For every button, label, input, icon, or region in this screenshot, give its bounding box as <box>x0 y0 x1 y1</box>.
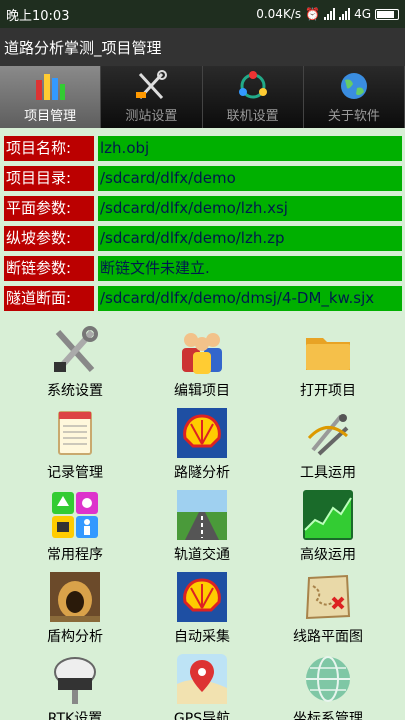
menu-label: 高级运用 <box>300 547 356 563</box>
project-info-panel: 项目名称: lzh.obj 项目目录: /sdcard/dlfx/demo 平面… <box>4 136 402 316</box>
globe-icon <box>306 656 350 702</box>
stock-chart-icon <box>303 490 353 540</box>
signal-icon <box>324 8 336 20</box>
rtk-receiver-icon <box>54 657 96 704</box>
tab-connection-settings[interactable]: 联机设置 <box>202 66 304 128</box>
tab-about[interactable]: 关于软件 <box>303 66 405 128</box>
project-name-value[interactable]: lzh.obj <box>98 136 402 161</box>
compass-icon <box>307 414 349 456</box>
menu-edit-project[interactable]: 编辑项目 <box>142 326 262 400</box>
menu-label: 盾构分析 <box>47 629 103 645</box>
menu-auto-collect[interactable]: 自动采集 <box>142 572 262 646</box>
menu-label: 系统设置 <box>47 383 103 399</box>
tunnel-icon <box>50 572 100 622</box>
menu-tool-usage[interactable]: 工具运用 <box>268 408 388 482</box>
road-icon <box>177 490 227 540</box>
chain-params-value[interactable]: 断链文件未建立. <box>98 256 402 281</box>
project-dir-value[interactable]: /sdcard/dlfx/demo <box>98 166 402 191</box>
tab-bar: 项目管理 测站设置 联机设置 关于软件 <box>0 66 405 128</box>
notepad-icon <box>58 411 92 455</box>
tab-label: 测站设置 <box>125 109 178 124</box>
network-type: 4G <box>354 7 371 21</box>
treasure-map-icon <box>305 574 351 620</box>
status-bar: 晚上10:03 0.04K/s ⏰ 4G <box>0 0 405 28</box>
bar-chart-icon <box>36 74 66 100</box>
menu-label: RTK设置 <box>47 711 103 720</box>
slope-params-value[interactable]: /sdcard/dlfx/demo/lzh.zp <box>98 226 402 251</box>
menu-common-programs[interactable]: 常用程序 <box>15 490 135 564</box>
gps-map-icon <box>177 654 227 704</box>
tunnel-section-value[interactable]: /sdcard/dlfx/demo/dmsj/4-DM_kw.sjx <box>98 286 402 311</box>
alarm-icon: ⏰ <box>305 7 321 21</box>
info-label: 纵坡参数: <box>4 226 94 251</box>
info-label: 隧道断面: <box>4 286 94 311</box>
info-label: 平面参数: <box>4 196 94 221</box>
menu-label: 常用程序 <box>47 547 103 563</box>
globe-icon <box>340 73 367 99</box>
menu-rail-transit[interactable]: 轨道交通 <box>142 490 262 564</box>
info-row-chain-params: 断链参数: 断链文件未建立. <box>4 256 402 281</box>
status-indicators: 0.04K/s ⏰ 4G <box>256 7 399 21</box>
edit-project-icon <box>182 333 222 374</box>
status-time: 晚上10:03 <box>6 8 70 24</box>
menu-label: 自动采集 <box>174 629 230 645</box>
shell-logo-icon <box>177 572 227 622</box>
info-label: 断链参数: <box>4 256 94 281</box>
info-row-tunnel-section: 隧道断面: /sdcard/dlfx/demo/dmsj/4-DM_kw.sjx <box>4 286 402 311</box>
menu-label: 路隧分析 <box>174 465 230 481</box>
info-row-slope-params: 纵坡参数: /sdcard/dlfx/demo/lzh.zp <box>4 226 402 251</box>
shell-logo-icon <box>177 408 227 458</box>
menu-road-tunnel-analysis[interactable]: 路隧分析 <box>142 408 262 482</box>
tab-label: 项目管理 <box>24 109 77 124</box>
info-label: 项目名称: <box>4 136 94 161</box>
info-row-project-name: 项目名称: lzh.obj <box>4 136 402 161</box>
menu-label: 坐标系管理 <box>293 711 363 720</box>
info-label: 项目目录: <box>4 166 94 191</box>
menu-rtk-settings[interactable]: RTK设置 <box>15 654 135 720</box>
info-row-project-dir: 项目目录: /sdcard/dlfx/demo <box>4 166 402 191</box>
app-title: 道路分析掌测_项目管理 <box>0 28 405 66</box>
folder-icon <box>306 338 350 370</box>
tools-icon <box>136 70 168 100</box>
menu-label: GPS导航 <box>173 711 231 720</box>
menu-label: 轨道交通 <box>174 547 230 563</box>
connect-icon <box>238 71 267 99</box>
tab-label: 联机设置 <box>226 109 279 124</box>
info-row-plane-params: 平面参数: /sdcard/dlfx/demo/lzh.xsj <box>4 196 402 221</box>
signal-icon-2 <box>339 8 351 20</box>
menu-label: 记录管理 <box>47 465 103 481</box>
menu-label: 工具运用 <box>300 465 356 481</box>
menu-gps-navigation[interactable]: GPS导航 <box>142 654 262 720</box>
menu-coordinate-system[interactable]: 坐标系管理 <box>268 654 388 720</box>
menu-label: 线路平面图 <box>293 629 363 645</box>
menu-label: 打开项目 <box>300 383 356 399</box>
tab-project-management[interactable]: 项目管理 <box>0 66 102 128</box>
tab-label: 关于软件 <box>327 109 380 124</box>
menu-route-plan[interactable]: 线路平面图 <box>268 572 388 646</box>
tab-station-settings[interactable]: 测站设置 <box>101 66 203 128</box>
menu-advanced-usage[interactable]: 高级运用 <box>268 490 388 564</box>
menu-record-management[interactable]: 记录管理 <box>15 408 135 482</box>
apps-icon <box>52 492 98 538</box>
menu-system-settings[interactable]: 系统设置 <box>15 326 135 400</box>
menu-label: 编辑项目 <box>174 383 230 399</box>
menu-shield-analysis[interactable]: 盾构分析 <box>15 572 135 646</box>
network-speed: 0.04K/s <box>256 7 302 21</box>
system-settings-icon <box>54 326 98 373</box>
plane-params-value[interactable]: /sdcard/dlfx/demo/lzh.xsj <box>98 196 402 221</box>
menu-open-project[interactable]: 打开项目 <box>268 326 388 400</box>
battery-icon <box>375 8 399 20</box>
